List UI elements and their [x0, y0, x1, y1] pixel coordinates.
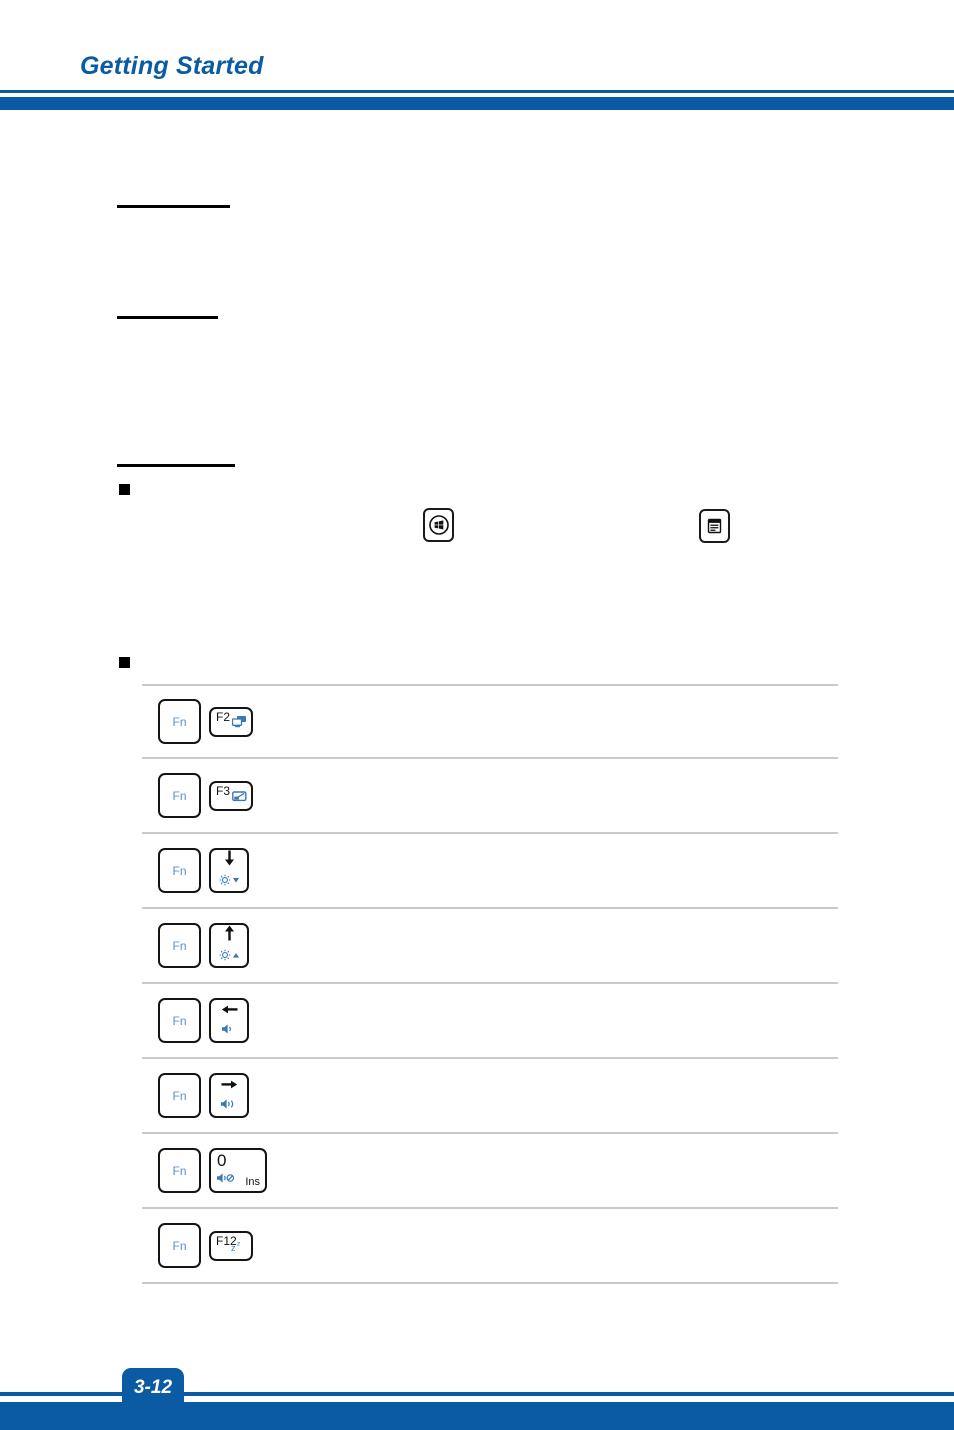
- zero-key-label: 0: [217, 1151, 227, 1170]
- fn-key: Fn: [158, 699, 201, 744]
- svg-text:z: z: [231, 1243, 236, 1252]
- page-number-tab: 3-12: [122, 1368, 184, 1408]
- fn-key: Fn: [158, 848, 201, 893]
- fn-key: Fn: [158, 1148, 201, 1193]
- table-row: Fn: [142, 834, 838, 909]
- fn-key: Fn: [158, 998, 201, 1043]
- table-row: Fn F2: [142, 684, 838, 759]
- table-row: Fn: [142, 1059, 838, 1134]
- header-thin-rule: [0, 90, 954, 93]
- key-combination: Fn F12 z z: [142, 1223, 253, 1268]
- brightness-down-key: [209, 848, 249, 893]
- f3-key-label: F3: [216, 783, 231, 798]
- insert-key-label: Ins: [245, 1176, 260, 1188]
- arrow-right-icon: [221, 1077, 238, 1095]
- brightness-up-key: [209, 923, 249, 968]
- volume-down-icon: [221, 1022, 237, 1040]
- manual-page: Getting Started Fn F2 Fn F3 Fn Fn Fn Fn …: [0, 0, 954, 1430]
- application-key: [699, 509, 730, 543]
- volume-mute-icon: [216, 1172, 236, 1188]
- bullet-marker: [119, 484, 130, 495]
- arrow-left-icon: [221, 1002, 238, 1020]
- key-combination: Fn: [142, 848, 249, 893]
- f12-key: F12 z z: [209, 1230, 253, 1261]
- key-combination: Fn: [142, 998, 249, 1043]
- volume-up-icon: [220, 1097, 239, 1115]
- volume-up-key: [209, 1073, 249, 1118]
- hotkey-table: Fn F2 Fn F3 Fn Fn Fn Fn Fn 0 Ins Fn F12 …: [142, 684, 838, 1284]
- key-combination: Fn F3: [142, 773, 253, 818]
- header-thick-rule: [0, 97, 954, 110]
- key-combination: Fn: [142, 1073, 249, 1118]
- table-row: Fn: [142, 984, 838, 1059]
- table-row: Fn 0 Ins: [142, 1134, 838, 1209]
- bullet-marker: [119, 657, 130, 668]
- touchpad-toggle-icon: [232, 790, 247, 806]
- table-row: Fn F12 z z: [142, 1209, 838, 1284]
- f3-key: F3: [209, 780, 253, 811]
- fn-key: Fn: [158, 1223, 201, 1268]
- brightness-down-icon: [218, 873, 240, 891]
- windows-logo-key: [423, 508, 454, 542]
- fn-key: Fn: [158, 923, 201, 968]
- svg-text:z: z: [237, 1240, 240, 1247]
- arrow-down-icon: [224, 850, 235, 871]
- mute-key: 0 Ins: [209, 1148, 267, 1193]
- first-section-underline: [117, 205, 230, 208]
- second-section-underline: [117, 316, 218, 319]
- volume-down-key: [209, 998, 249, 1043]
- f2-key: F2: [209, 706, 253, 737]
- key-combination: Fn F2: [142, 699, 253, 744]
- table-row: Fn: [142, 909, 838, 984]
- windows-logo-icon: [428, 515, 449, 535]
- fn-key: Fn: [158, 773, 201, 818]
- application-menu-icon: [707, 518, 721, 534]
- key-combination: Fn: [142, 923, 249, 968]
- brightness-up-icon: [218, 948, 240, 966]
- fn-key: Fn: [158, 1073, 201, 1118]
- key-combination: Fn 0 Ins: [142, 1148, 267, 1193]
- f2-key-label: F2: [216, 709, 231, 724]
- sleep-icon: z z: [231, 1239, 247, 1256]
- table-row: Fn F3: [142, 759, 838, 834]
- display-switch-icon: [231, 715, 247, 732]
- page-title: Getting Started: [80, 52, 264, 80]
- arrow-up-icon: [224, 925, 235, 946]
- third-section-underline: [117, 464, 235, 467]
